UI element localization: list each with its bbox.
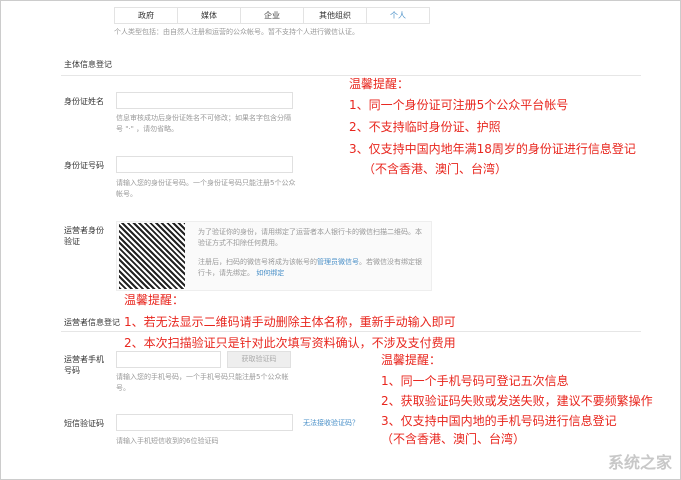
type-description: 个人类型包括：由自然人注册和运营的公众帐号。暂不支持个人进行微信认证。: [114, 28, 359, 36]
tip-title: 温馨提醒：: [349, 77, 410, 91]
tip-line: 1、同一个身份证可注册5个公众平台帐号: [349, 98, 569, 112]
id-number-hint: 请输入您的身份证号码。一个身份证号码只能注册5个公众帐号。: [116, 179, 296, 198]
how-to-bind-link[interactable]: 如何绑定: [256, 269, 284, 277]
id-number-input[interactable]: [116, 156, 293, 173]
tab-individual[interactable]: 个人: [367, 8, 429, 23]
sms-label: 短信验证码: [64, 419, 104, 428]
tip-line: （不含香港、澳门、台湾）: [381, 432, 526, 446]
tab-government[interactable]: 政府: [115, 8, 178, 23]
cannot-receive-link[interactable]: 无法接收验证码？: [303, 418, 359, 429]
tip-line: 2、获取验证码失败或发送失败，建议不要频繁操作: [381, 394, 653, 408]
id-name-input[interactable]: [116, 92, 293, 109]
section-title: 主体信息登记: [64, 60, 112, 69]
verify-text-2: 注册后，扫码的微信号将成为该帐号的管理员微信号。若微信没有绑定银行卡，请先绑定。…: [198, 257, 423, 279]
tip-id: 温馨提醒： 1、同一个身份证可注册5个公众平台帐号 2、不支持临时身份证、护照 …: [349, 77, 636, 176]
tab-enterprise[interactable]: 企业: [241, 8, 304, 23]
sms-hint: 请输入手机短信收到的6位验证码: [116, 437, 219, 445]
tip-line: 1、若无法显示二维码请手动删除主体名称，重新手动输入即可: [124, 315, 456, 329]
qr-code: [119, 223, 185, 289]
admin-wechat-link[interactable]: 管理员微信号: [317, 258, 359, 266]
tip-line: 3、仅支持中国内地的手机号码进行信息登记: [381, 414, 617, 428]
tip-line: （不含香港、澳门、台湾）: [363, 162, 508, 176]
tip-title: 温馨提醒：: [381, 353, 442, 367]
phone-input[interactable]: [116, 351, 221, 368]
operator-verify-label: 运营者身份验证: [64, 226, 104, 246]
tip-line: 2、不支持临时身份证、护照: [349, 120, 501, 134]
sms-input[interactable]: [116, 414, 293, 431]
watermark: 系统之家: [607, 453, 672, 472]
tab-media[interactable]: 媒体: [178, 8, 241, 23]
tip-line: 1、同一个手机号码可登记五次信息: [381, 374, 569, 388]
verify-text: 为了验证你的身份，请用绑定了运营者本人银行卡的微信扫描二维码。本验证方式不扣除任…: [198, 228, 422, 247]
tip-qr: 温馨提醒： 1、若无法显示二维码请手动删除主体名称，重新手动输入即可 2、本次扫…: [124, 293, 456, 350]
phone-label: 运营者手机号码: [64, 355, 104, 375]
id-name-hint: 信息审核成功后身份证姓名不可修改；如果名字包含分隔号 "·" ，请勿省略。: [116, 114, 291, 133]
type-tabs: 政府 媒体 企业 其他组织 个人: [114, 7, 430, 24]
tip-line: 2、本次扫描验证只是针对此次填写资料确认，不涉及支付费用: [124, 336, 456, 350]
tip-line: 3、仅支持中国内地年满18周岁的身份证进行信息登记: [349, 142, 636, 156]
tab-other-org[interactable]: 其他组织: [304, 8, 367, 23]
phone-hint: 请输入您的手机号码，一个手机号码只能注册5个公众帐号。: [116, 373, 289, 392]
divider: [61, 75, 641, 76]
get-code-button[interactable]: 获取验证码: [227, 351, 291, 368]
verify-text-2a: 注册后，扫码的微信号将成为该帐号的: [198, 258, 317, 266]
tip-phone: 温馨提醒： 1、同一个手机号码可登记五次信息 2、获取验证码失败或发送失败，建议…: [381, 353, 653, 446]
tip-title: 温馨提醒：: [124, 293, 185, 307]
id-name-label: 身份证姓名: [64, 97, 104, 106]
id-number-label: 身份证号码: [64, 161, 104, 170]
operator-info-label: 运营者信息登记: [64, 318, 120, 327]
